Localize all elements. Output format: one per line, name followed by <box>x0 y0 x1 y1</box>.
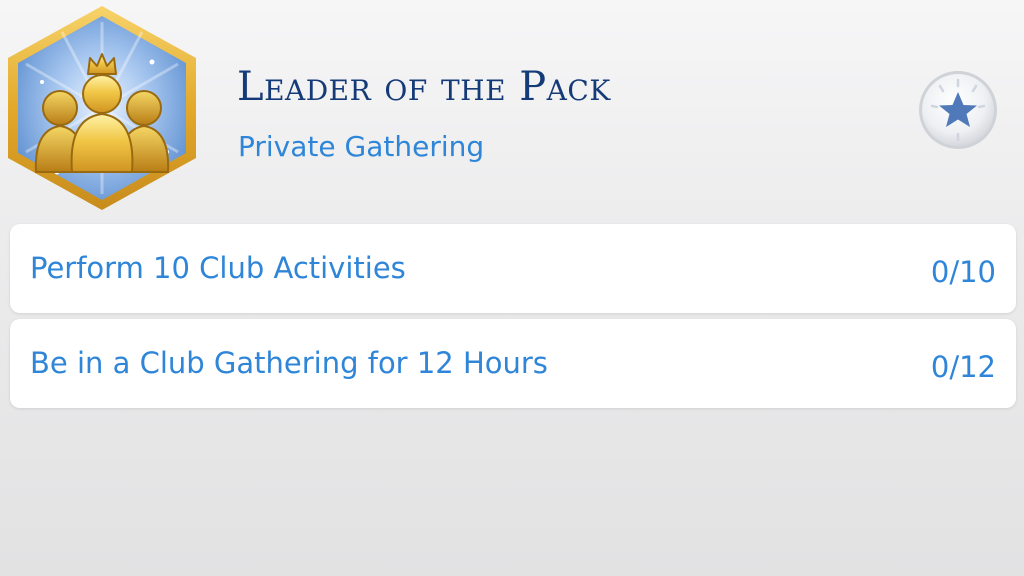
goal-row: Perform 10 Club Activities 0/10 <box>10 224 1016 313</box>
club-members-icon <box>8 6 196 210</box>
goal-label: Be in a Club Gathering for 12 Hours <box>30 346 548 380</box>
reward-button[interactable] <box>918 70 998 150</box>
goal-progress: 0/12 <box>930 350 996 384</box>
aspiration-category: Private Gathering <box>238 130 485 163</box>
goal-row: Be in a Club Gathering for 12 Hours 0/12 <box>10 319 1016 408</box>
goal-progress: 0/10 <box>930 255 996 289</box>
aspiration-title: Leader of the Pack <box>237 64 611 110</box>
star-burst-icon <box>919 71 997 149</box>
goal-label: Perform 10 Club Activities <box>30 251 406 285</box>
